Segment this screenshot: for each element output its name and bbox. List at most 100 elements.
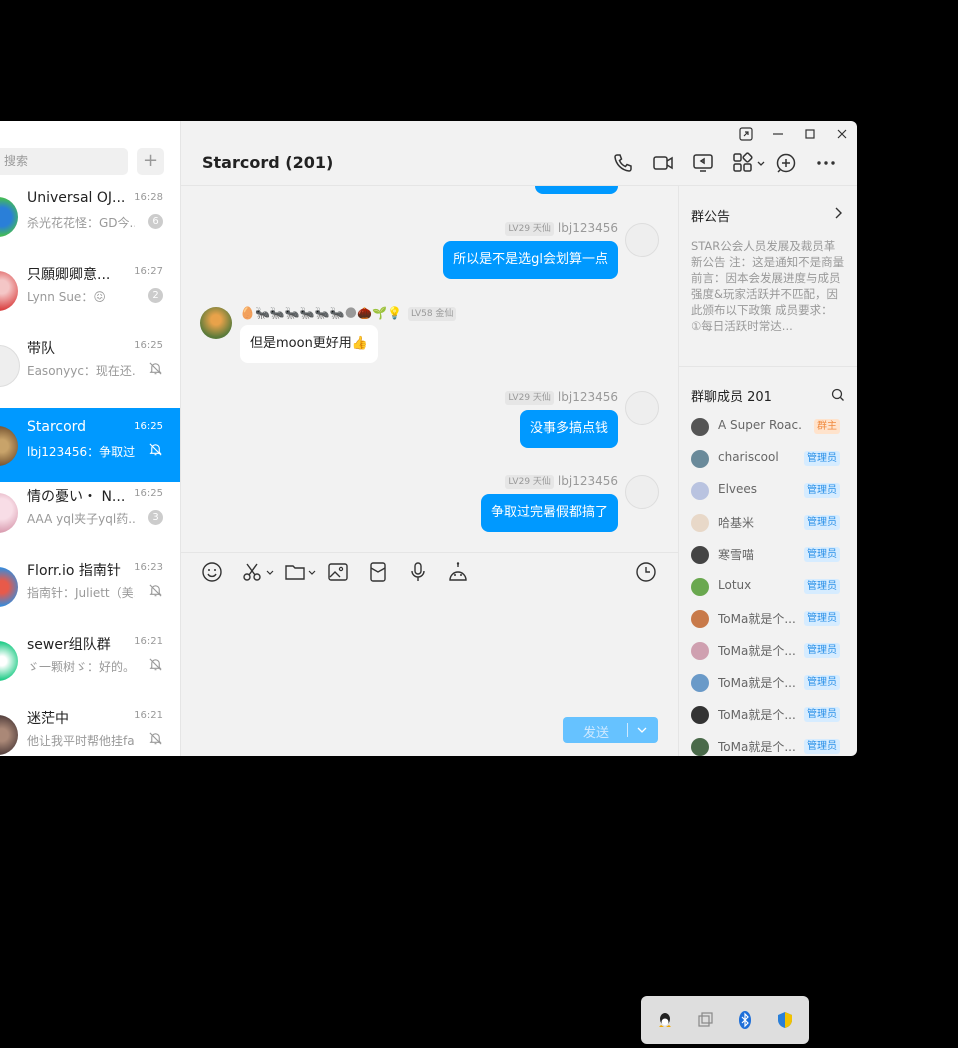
chevron-down-icon[interactable]	[307, 561, 317, 583]
conversation-preview: ゞ一颗树ゞ：好的。...	[27, 660, 135, 674]
conversation-item[interactable]: 迷茫中 16:21 他让我平时帮他挂fah	[0, 697, 180, 756]
announcement-title[interactable]: 群公告	[691, 206, 730, 225]
maximize-icon[interactable]	[802, 126, 818, 142]
conversation-item[interactable]: 带队 16:25 Easonyyc：现在还...	[0, 327, 180, 401]
screen-share-icon[interactable]	[691, 151, 715, 175]
conversation-preview: 指南针：Juliett（美...	[27, 586, 135, 600]
avatar	[691, 450, 709, 468]
mute-bell-icon	[149, 362, 162, 375]
role-badge: 管理员	[804, 579, 840, 594]
emoji-icon[interactable]	[201, 561, 223, 583]
avatar	[691, 674, 709, 692]
message-sender: LV29 天仙 lbj123456	[505, 390, 618, 405]
role-badge: 管理员	[804, 707, 840, 722]
announcement-text[interactable]: STAR公会人员发展及裁员革新公告 注：这是通知不是商量 前言：因本会发展进度与…	[691, 238, 846, 334]
conversation-preview: 他让我平时帮他挂fah	[27, 734, 135, 748]
add-button[interactable]: +	[137, 148, 164, 175]
member-row[interactable]: Elvees 管理员	[691, 476, 851, 508]
conversation-item[interactable]: 只願卿卿意... 16:27 Lynn Sue：😖 2	[0, 253, 180, 327]
conversation-item-active[interactable]: Starcord 16:25 lbj123456：争取过...	[0, 408, 180, 482]
conversation-preview: 杀光花花怪：GD今...	[27, 216, 135, 230]
avatar	[691, 642, 709, 660]
chevron-right-icon[interactable]	[831, 206, 845, 220]
robot-icon[interactable]	[447, 561, 469, 583]
avatar	[691, 418, 709, 436]
member-name: ToMa就是个...	[718, 676, 796, 690]
chevron-down-icon[interactable]	[635, 724, 649, 736]
member-row[interactable]: A Super Roac... 群主	[691, 412, 851, 444]
message-bubble[interactable]: 所以是不是选gl会划算一点	[443, 241, 618, 279]
close-icon[interactable]	[834, 126, 850, 142]
role-badge: 群主	[814, 419, 840, 434]
message-sender: LV29 天仙 lbj123456	[505, 474, 618, 489]
pin-window-icon[interactable]	[738, 126, 754, 142]
system-tray	[641, 996, 809, 1044]
chevron-down-icon[interactable]	[755, 151, 767, 175]
member-row[interactable]: Lotux 管理员	[691, 572, 851, 604]
conversation-time: 16:25	[134, 421, 163, 432]
member-row[interactable]: chariscool 管理员	[691, 444, 851, 476]
unread-badge: 3	[148, 510, 163, 525]
group-info-panel: 群公告 STAR公会人员发展及裁员革新公告 注：这是通知不是商量 前言：因本会发…	[678, 186, 857, 756]
conversation-preview: Lynn Sue：😖	[27, 290, 106, 304]
avatar	[691, 482, 709, 500]
conversation-item[interactable]: sewer组队群 16:21 ゞ一颗树ゞ：好的。...	[0, 623, 180, 697]
red-packet-icon[interactable]	[367, 561, 389, 583]
qq-icon[interactable]	[655, 1010, 675, 1030]
avatar	[691, 546, 709, 564]
conversation-time: 16:25	[134, 488, 163, 499]
member-name: ToMa就是个...	[718, 740, 796, 754]
role-badge: 管理员	[804, 547, 840, 562]
chevron-down-icon[interactable]	[265, 561, 275, 583]
role-badge: 管理员	[804, 739, 840, 754]
folder-icon[interactable]	[284, 561, 306, 583]
voice-call-icon[interactable]	[611, 151, 635, 175]
conversation-name: sewer组队群	[27, 637, 111, 653]
member-row[interactable]: 哈基米 管理员	[691, 508, 851, 540]
member-row[interactable]: 寒雪喵 管理员	[691, 540, 851, 572]
conversation-item[interactable]: 情の憂い・ N... 16:25 AAA yql夹子yql药... 3	[0, 475, 180, 549]
conversation-preview: lbj123456：争取过...	[27, 445, 135, 459]
window-switch-icon[interactable]	[695, 1010, 715, 1030]
member-name: ToMa就是个...	[718, 708, 796, 722]
video-call-icon[interactable]	[651, 151, 675, 175]
conversation-item[interactable]: Universal OJ... 16:28 杀光花花怪：GD今... 6	[0, 179, 180, 253]
message-bubble[interactable]: 但是moon更好用👍	[240, 325, 378, 363]
conversation-time: 16:23	[134, 562, 163, 573]
search-icon[interactable]	[831, 388, 845, 402]
conversation-name: Universal OJ...	[27, 190, 126, 206]
role-badge: 管理员	[804, 483, 840, 498]
avatar	[0, 197, 18, 237]
chat-title: Starcord (201)	[202, 153, 334, 172]
role-badge: 管理员	[804, 675, 840, 690]
bluetooth-icon[interactable]	[735, 1010, 755, 1030]
role-badge: 管理员	[804, 515, 840, 530]
security-shield-icon[interactable]	[775, 1010, 795, 1030]
avatar	[691, 610, 709, 628]
member-row[interactable]: ToMa就是个... 管理员	[691, 604, 851, 636]
history-clock-icon[interactable]	[635, 561, 657, 583]
minimize-icon[interactable]	[770, 126, 786, 142]
add-chat-icon[interactable]	[774, 151, 798, 175]
apps-grid-icon[interactable]	[731, 151, 755, 175]
conversation-time: 16:21	[134, 636, 163, 647]
send-button[interactable]: 发送	[563, 717, 658, 743]
screenshot-scissors-icon[interactable]	[241, 561, 263, 583]
member-row[interactable]: ToMa就是个... 管理员	[691, 668, 851, 700]
avatar	[0, 641, 18, 681]
chat-header: Starcord (201)	[181, 121, 857, 186]
member-row[interactable]: ToMa就是个... 管理员	[691, 636, 851, 668]
image-icon[interactable]	[327, 561, 349, 583]
member-row[interactable]: ToMa就是个... 管理员	[691, 732, 851, 756]
message-bubble[interactable]: 争取过完暑假都搞了	[480, 494, 618, 532]
search-input[interactable]: 搜索	[0, 148, 128, 175]
message-bubble[interactable]: 没事多搞点钱	[519, 410, 618, 448]
mute-bell-icon	[149, 732, 162, 745]
microphone-icon[interactable]	[407, 561, 429, 583]
conversation-item[interactable]: Florr.io 指南针 16:23 指南针：Juliett（美...	[0, 549, 180, 623]
message-list: LV29 天仙 lbj123456 所以是不是选gl会划算一点 🥚🐜🐜🐜🐜🐜🐜🌑🌰…	[181, 186, 678, 551]
avatar	[0, 271, 18, 311]
member-row[interactable]: ToMa就是个... 管理员	[691, 700, 851, 732]
role-badge: 管理员	[804, 643, 840, 658]
more-icon[interactable]	[814, 151, 838, 175]
